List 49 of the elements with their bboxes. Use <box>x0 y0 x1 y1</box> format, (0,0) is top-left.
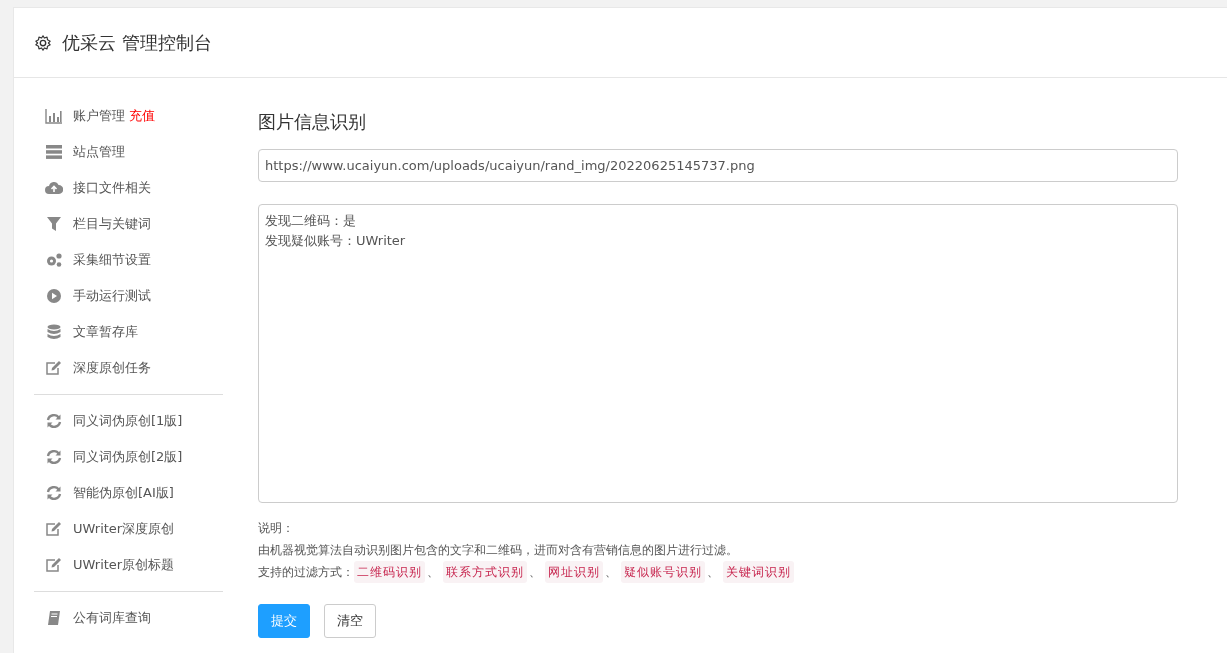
recharge-link[interactable]: 充值 <box>129 107 155 125</box>
sidebar-link[interactable]: 智能伪原创[AI版] <box>73 484 174 502</box>
sidebar-link[interactable]: 站点管理 <box>73 143 125 161</box>
sidebar-link[interactable]: 文章暂存库 <box>73 323 138 341</box>
bar-chart-icon <box>45 108 63 124</box>
result-line: 发现二维码：是 <box>265 212 357 230</box>
method-tag: 关键词识别 <box>723 561 794 583</box>
sidebar-link[interactable]: 同义词伪原创[1版] <box>73 412 183 430</box>
sidebar-link[interactable]: UWriter深度原创 <box>73 520 175 538</box>
filter-icon <box>45 216 63 232</box>
separator-mark: 、 <box>605 564 617 581</box>
notes-heading: 说明： <box>258 520 295 537</box>
sidebar-link[interactable]: 手动运行测试 <box>73 287 151 305</box>
sidebar-link[interactable]: 同义词伪原创[2版] <box>73 448 183 466</box>
book-icon <box>45 610 63 626</box>
sidebar-link[interactable]: 采集细节设置 <box>73 251 151 269</box>
result-line: 发现疑似账号：UWriter <box>265 232 407 250</box>
section-title: 图片信息识别 <box>258 110 367 134</box>
separator-mark: 、 <box>707 564 719 581</box>
methods-label: 支持的过滤方式： <box>258 564 354 581</box>
refresh-icon <box>45 413 63 429</box>
clear-button[interactable]: 清空 <box>324 604 376 638</box>
result-area[interactable]: 发现二维码：是 发现疑似账号：UWriter <box>258 204 1178 503</box>
sidebar-link[interactable]: 公有词库查询 <box>73 609 151 627</box>
sidebar-link[interactable]: 账户管理 <box>73 107 125 125</box>
method-tag: 疑似账号识别 <box>621 561 705 583</box>
edit-icon <box>45 521 63 537</box>
url-field[interactable]: https://www.ucaiyun.com/uploads/ucaiyun/rand_img/20220625145737.png <box>258 149 1178 182</box>
edit-icon <box>45 360 63 376</box>
method-tag: 网址识别 <box>545 561 603 583</box>
server-icon <box>45 144 63 160</box>
notes-description: 由机器视觉算法自动识别图片包含的文字和二维码，进而对含有营销信息的图片进行过滤。 <box>258 542 739 559</box>
edit-icon <box>45 557 63 573</box>
refresh-icon <box>45 485 63 501</box>
method-tag: 二维码识别 <box>354 561 425 583</box>
sidebar-link[interactable]: 深度原创任务 <box>73 359 151 377</box>
console-title: 优采云 管理控制台 <box>62 30 212 55</box>
separator-mark: 、 <box>529 564 541 581</box>
database-icon <box>45 324 63 340</box>
refresh-icon <box>45 449 63 465</box>
sidebar-link[interactable]: 接口文件相关 <box>73 179 151 197</box>
cloud-upload-icon <box>45 180 63 196</box>
separator-mark: 、 <box>427 564 439 581</box>
sidebar-link[interactable]: UWriter原创标题 <box>73 556 175 574</box>
play-icon <box>45 288 63 304</box>
method-tag: 联系方式识别 <box>443 561 527 583</box>
gears-icon <box>45 252 63 268</box>
sidebar-link[interactable]: 栏目与关键词 <box>73 215 151 233</box>
settings-icon <box>34 33 52 52</box>
